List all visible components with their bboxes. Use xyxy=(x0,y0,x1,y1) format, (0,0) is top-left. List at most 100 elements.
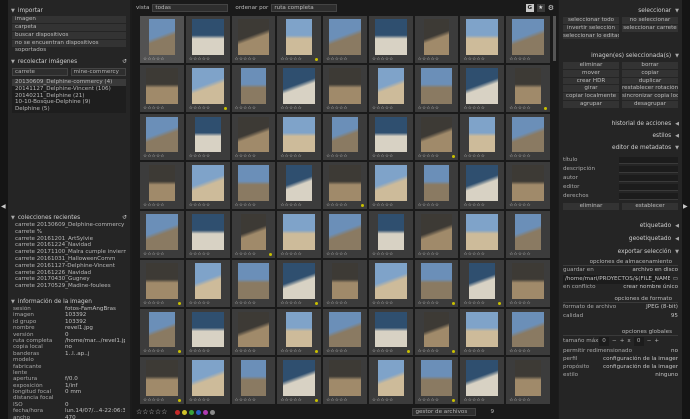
thumbnail[interactable]: ☆☆☆☆☆ xyxy=(460,308,505,356)
thumbnail-stars[interactable]: ☆☆☆☆☆ xyxy=(143,106,165,111)
list-item[interactable]: carrete 20161224_Navidad xyxy=(12,242,126,249)
thumbnail[interactable]: ☆☆☆☆☆ xyxy=(323,357,367,404)
list-item[interactable]: carrete 20161201_ArtSylvie xyxy=(12,236,126,243)
thumbnail-stars[interactable]: ☆☆☆☆☆ xyxy=(235,203,257,208)
thumbnail-stars[interactable]: ☆☆☆☆☆ xyxy=(372,106,394,111)
list-item[interactable]: carrete 20170529_Madine-foulees xyxy=(12,283,126,290)
list-item[interactable]: 20141127_Delphine-Vincent (106) xyxy=(12,86,126,93)
thumbnail[interactable]: ☆☆☆☆☆ xyxy=(323,113,367,161)
thumbnail[interactable]: ☆☆☆☆☆ xyxy=(368,16,413,63)
collect-value-select[interactable]: mine-commercy xyxy=(70,68,126,76)
invert-selection-button[interactable]: invertir selección xyxy=(563,24,619,32)
thumbnail[interactable]: ☆☆☆☆☆ xyxy=(277,211,322,258)
thumbnail-stars[interactable]: ☆☆☆☆☆ xyxy=(463,106,485,111)
plus-icon[interactable]: + xyxy=(654,337,659,346)
thumbnail-stars[interactable]: ☆☆☆☆☆ xyxy=(509,398,531,403)
thumbnail[interactable]: ☆☆☆☆☆ xyxy=(414,16,459,63)
thumbnail[interactable]: ☆☆☆☆☆ xyxy=(506,308,550,356)
thumbnail-stars[interactable]: ☆☆☆☆☆ xyxy=(463,252,485,257)
thumbnail-stars[interactable]: ☆☆☆☆☆ xyxy=(143,203,165,208)
select-none-button[interactable]: no seleccionar xyxy=(622,17,678,24)
thumbnail[interactable]: ☆☆☆☆☆ xyxy=(506,357,550,404)
select-header[interactable]: seleccionar ▼ xyxy=(559,6,682,15)
thumbnail-stars[interactable]: ☆☆☆☆☆ xyxy=(372,203,394,208)
thumbnail[interactable]: ☆☆☆☆☆ xyxy=(460,113,505,161)
thumbnail[interactable]: ☆☆☆☆☆ xyxy=(277,162,322,209)
thumbnail[interactable]: ☆☆☆☆☆ xyxy=(231,308,276,356)
thumbnail-stars[interactable]: ☆☆☆☆☆ xyxy=(463,154,485,159)
thumbnail-stars[interactable]: ☆☆☆☆☆ xyxy=(418,154,440,159)
reset-icon[interactable]: ↺ xyxy=(122,59,127,65)
thumbnail-stars[interactable]: ☆☆☆☆☆ xyxy=(372,154,394,159)
thumbnail-stars[interactable]: ☆☆☆☆☆ xyxy=(418,57,440,62)
list-item[interactable]: carrete 20130609_Delphine-commercy xyxy=(12,222,126,229)
thumbnail-stars[interactable]: ☆☆☆☆☆ xyxy=(143,349,165,354)
thumbnail-stars[interactable]: ☆☆☆☆☆ xyxy=(372,349,394,354)
thumbnail[interactable]: ☆☆☆☆☆ xyxy=(140,308,184,356)
metadata-apply-button[interactable]: establecer xyxy=(622,203,678,210)
title-field[interactable] xyxy=(619,157,678,164)
color-label-swatch[interactable] xyxy=(203,409,209,415)
thumbnail[interactable]: ☆☆☆☆☆ xyxy=(277,259,322,307)
collect-property-select[interactable]: carrete xyxy=(12,68,68,76)
layout-select[interactable]: gestor de archivos xyxy=(412,408,477,416)
thumbnail[interactable]: ☆☆☆☆☆ xyxy=(231,64,276,112)
thumbnail[interactable]: ☆☆☆☆☆ xyxy=(231,16,276,63)
thumbnail[interactable]: ☆☆☆☆☆ xyxy=(323,162,367,209)
select-film-roll-button[interactable]: seleccionar carrete xyxy=(622,24,678,32)
thumbnail[interactable]: ☆☆☆☆☆ xyxy=(368,162,413,209)
thumbnail[interactable]: ☆☆☆☆☆ xyxy=(277,308,322,356)
thumbnail[interactable]: ☆☆☆☆☆ xyxy=(506,211,550,258)
thumbnail[interactable]: ☆☆☆☆☆ xyxy=(231,259,276,307)
thumbnail[interactable]: ☆☆☆☆☆ xyxy=(277,64,322,112)
thumbnail-stars[interactable]: ☆☆☆☆☆ xyxy=(509,106,531,111)
view-select[interactable]: todas xyxy=(152,4,229,12)
max-width-input[interactable]: 0 xyxy=(599,337,609,346)
thumbnail-stars[interactable]: ☆☆☆☆☆ xyxy=(280,301,302,306)
color-label-swatch[interactable] xyxy=(189,409,195,415)
minus-icon[interactable]: − xyxy=(647,337,652,346)
thumbnail[interactable]: ☆☆☆☆☆ xyxy=(506,16,550,63)
thumbnail[interactable]: ☆☆☆☆☆ xyxy=(140,113,184,161)
style-select[interactable]: ninguno xyxy=(603,371,678,380)
copy-locally-button[interactable]: copiar localmente xyxy=(563,93,619,100)
publisher-field[interactable] xyxy=(619,184,678,191)
thumbnail[interactable]: ☆☆☆☆☆ xyxy=(185,211,230,258)
import-image-button[interactable]: imagen xyxy=(12,16,126,23)
collapse-right-arrow-icon[interactable]: ▶ xyxy=(683,204,688,210)
thumbnail-stars[interactable]: ☆☆☆☆☆ xyxy=(189,154,211,159)
list-item[interactable]: carrete 20161226_Navidad xyxy=(12,270,126,277)
thumbnail-stars[interactable]: ☆☆☆☆☆ xyxy=(189,349,211,354)
thumbnail-stars[interactable]: ☆☆☆☆☆ xyxy=(509,154,531,159)
thumbnail-stars[interactable]: ☆☆☆☆☆ xyxy=(235,301,257,306)
select-edited-button[interactable]: seleccionar lo editado xyxy=(563,32,619,40)
thumbnail-stars[interactable]: ☆☆☆☆☆ xyxy=(143,398,165,403)
thumbnail-stars[interactable]: ☆☆☆☆☆ xyxy=(418,252,440,257)
thumbnail[interactable]: ☆☆☆☆☆ xyxy=(506,162,550,209)
thumbnail[interactable]: ☆☆☆☆☆ xyxy=(368,64,413,112)
thumbnail[interactable]: ☆☆☆☆☆ xyxy=(460,16,505,63)
thumbnail[interactable]: ☆☆☆☆☆ xyxy=(506,259,550,307)
history-stack-header[interactable]: historial de acciones ◀ xyxy=(559,118,682,130)
thumbnail-stars[interactable]: ☆☆☆☆☆ xyxy=(372,398,394,403)
thumbnail-stars[interactable]: ☆☆☆☆☆ xyxy=(326,301,348,306)
zoom-value[interactable]: 9 xyxy=(490,409,494,415)
thumbnail-stars[interactable]: ☆☆☆☆☆ xyxy=(189,398,211,403)
thumbnail[interactable]: ☆☆☆☆☆ xyxy=(140,357,184,404)
thumbnail[interactable]: ☆☆☆☆☆ xyxy=(185,113,230,161)
thumbnail[interactable]: ☆☆☆☆☆ xyxy=(506,113,550,161)
overlays-star-button[interactable]: ★ xyxy=(536,4,545,12)
list-item[interactable]: Delphine (5) xyxy=(12,106,126,113)
thumbnail-stars[interactable]: ☆☆☆☆☆ xyxy=(326,203,348,208)
duplicate-button[interactable]: duplicar xyxy=(622,77,678,85)
list-item[interactable]: 10-10-Bosque-Delphine (9) xyxy=(12,99,126,106)
thumbnail[interactable]: ☆☆☆☆☆ xyxy=(368,259,413,307)
thumbnail[interactable]: ☆☆☆☆☆ xyxy=(368,113,413,161)
thumbnail-stars[interactable]: ☆☆☆☆☆ xyxy=(509,57,531,62)
thumbnail[interactable]: ☆☆☆☆☆ xyxy=(323,16,367,63)
select-all-button[interactable]: seleccionar todo xyxy=(563,17,619,24)
thumbnail[interactable]: ☆☆☆☆☆ xyxy=(414,113,459,161)
thumbnail-stars[interactable]: ☆☆☆☆☆ xyxy=(418,301,440,306)
move-button[interactable]: mover xyxy=(563,69,619,77)
list-item[interactable]: 20130609_Delphine-commercy (4) xyxy=(12,79,126,86)
